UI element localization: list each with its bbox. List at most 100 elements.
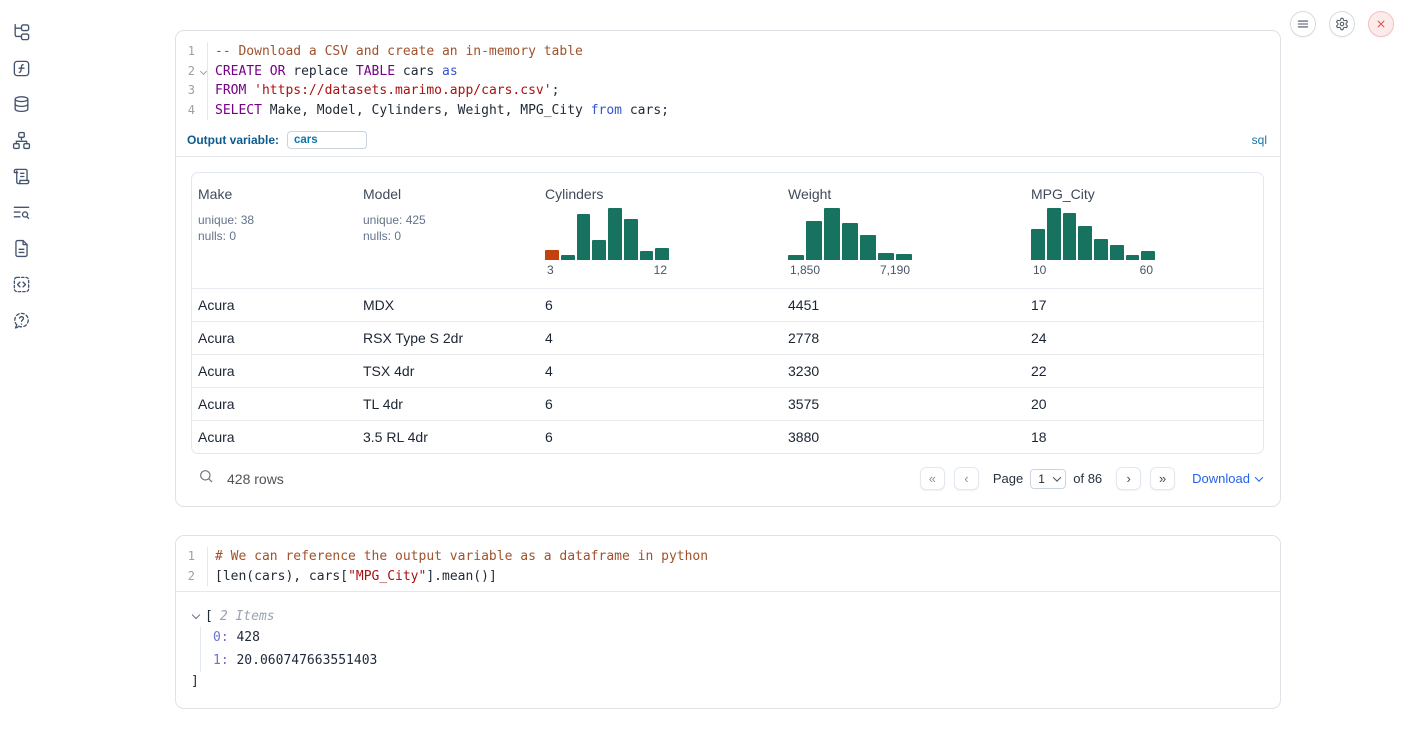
list-item-value: 428: [229, 630, 260, 645]
line-number: 2: [176, 62, 208, 82]
database-button[interactable]: [3, 86, 39, 122]
column-header[interactable]: Modelunique: 425nulls: 0: [357, 186, 539, 277]
sql-code-editor[interactable]: 1-- Download a CSV and create an in-memo…: [176, 31, 1280, 125]
column-header[interactable]: Weight1,8507,190: [782, 186, 1025, 277]
table-cell: TL 4dr: [357, 396, 539, 412]
histogram-bar: [896, 254, 912, 260]
code-line[interactable]: 1-- Download a CSV and create an in-memo…: [176, 42, 1280, 62]
list-output-tree: [ 2 Items 0: 4281: 20.060747663551403 ]: [176, 592, 1280, 708]
next-page-button[interactable]: ›: [1116, 467, 1141, 490]
database-icon: [12, 95, 31, 114]
code-text: [len(cars), cars["MPG_City"].mean()]: [208, 567, 497, 587]
table-cell: 4: [539, 330, 782, 346]
help-button[interactable]: [3, 302, 39, 338]
code-line[interactable]: 3FROM 'https://datasets.marimo.app/cars.…: [176, 81, 1280, 101]
python-code-editor[interactable]: 1# We can reference the output variable …: [176, 536, 1280, 591]
histogram-bar: [1078, 226, 1092, 260]
pagination: « ‹ Page 1 of 86 › » Download: [920, 467, 1262, 490]
histogram-bars: [545, 208, 669, 260]
code-text: # We can reference the output variable a…: [208, 547, 708, 567]
column-header[interactable]: Makeunique: 38nulls: 0: [192, 186, 357, 277]
sql-output-area: Makeunique: 38nulls: 0Modelunique: 425nu…: [176, 157, 1280, 506]
code-token: # We can reference the output variable a…: [215, 549, 708, 564]
items-count-label: 2 Items: [220, 609, 275, 624]
histogram-bar: [608, 208, 622, 260]
shutdown-close-icon: [1374, 17, 1388, 31]
code-token: replace: [285, 64, 355, 79]
code-text: FROM 'https://datasets.marimo.app/cars.c…: [208, 81, 559, 101]
collapse-chevron-icon[interactable]: [192, 611, 200, 619]
download-button[interactable]: Download: [1192, 471, 1262, 486]
last-page-button[interactable]: »: [1150, 467, 1175, 490]
file-tree-icon: [12, 23, 31, 42]
code-token: CREATE: [215, 64, 262, 79]
code-token: ].mean()]: [426, 569, 496, 584]
histogram-bar: [545, 250, 559, 260]
code-token: [262, 64, 270, 79]
page-select[interactable]: 1: [1030, 469, 1066, 489]
menu-button[interactable]: [1290, 11, 1316, 37]
line-number: 4: [176, 101, 208, 121]
table-cell: 3.5 RL 4dr: [357, 429, 539, 445]
code-line[interactable]: 4SELECT Make, Model, Cylinders, Weight, …: [176, 101, 1280, 121]
list-item: 0: 428: [213, 627, 1264, 650]
code-line[interactable]: 1# We can reference the output variable …: [176, 547, 1280, 567]
sql-cell: 1-- Download a CSV and create an in-memo…: [175, 30, 1281, 507]
histogram-min-label: 10: [1033, 263, 1046, 277]
scroll-logs-button[interactable]: [3, 158, 39, 194]
list-item-index: 0:: [213, 630, 229, 645]
snippets-code-button[interactable]: [3, 266, 39, 302]
histogram-bar: [655, 248, 669, 260]
scroll-logs-icon: [12, 167, 31, 186]
code-token: from: [591, 103, 622, 118]
histogram-bar: [842, 223, 858, 260]
code-line[interactable]: 2CREATE OR replace TABLE cars as: [176, 62, 1280, 82]
histogram-axis-labels: 1,8507,190: [788, 263, 912, 277]
table-cell: TSX 4dr: [357, 363, 539, 379]
line-number: 1: [176, 42, 208, 62]
table-cell: 20: [1025, 396, 1263, 412]
column-stat: unique: 38: [198, 212, 357, 228]
first-page-button[interactable]: «: [920, 467, 945, 490]
prev-page-button[interactable]: ‹: [954, 467, 979, 490]
table-cell: 22: [1025, 363, 1263, 379]
file-tree-button[interactable]: [3, 14, 39, 50]
code-token: cars: [395, 64, 442, 79]
shutdown-button[interactable]: [1368, 11, 1394, 37]
table-cell: Acura: [192, 330, 357, 346]
tree-root-row[interactable]: [ 2 Items: [191, 605, 1264, 627]
fold-chevron-icon[interactable]: [200, 67, 207, 74]
histogram-bar: [1126, 255, 1140, 260]
line-number: 2: [176, 567, 208, 587]
histogram-bar: [577, 214, 591, 260]
histogram-max-label: 60: [1140, 263, 1153, 277]
code-token: as: [442, 64, 458, 79]
table-footer: 428 rows « ‹ Page 1 of 86 › » Download: [191, 454, 1264, 496]
code-line[interactable]: 2[len(cars), cars["MPG_City"].mean()]: [176, 567, 1280, 587]
table-cell: RSX Type S 2dr: [357, 330, 539, 346]
page-label: Page: [993, 471, 1023, 486]
settings-button[interactable]: [1329, 11, 1355, 37]
text-search-button[interactable]: [3, 194, 39, 230]
column-header[interactable]: Cylinders312: [539, 186, 782, 277]
output-variable-row: Output variable: sql: [176, 125, 1280, 156]
histogram-bar: [860, 235, 876, 260]
code-token: [246, 83, 254, 98]
download-label: Download: [1192, 471, 1250, 486]
list-item: 1: 20.060747663551403: [213, 650, 1264, 673]
row-count: 428 rows: [227, 471, 284, 487]
code-text: CREATE OR replace TABLE cars as: [208, 62, 458, 82]
column-stat: unique: 425: [363, 212, 539, 228]
search-icon[interactable]: [198, 468, 214, 489]
table-cell: 3880: [782, 429, 1025, 445]
top-right-controls: [1290, 11, 1394, 37]
dependency-graph-button[interactable]: [3, 122, 39, 158]
column-header[interactable]: MPG_City1060: [1025, 186, 1263, 277]
histogram-bar: [806, 221, 822, 260]
snippets-code-icon: [12, 275, 31, 294]
output-variable-input[interactable]: [287, 131, 367, 149]
document-button[interactable]: [3, 230, 39, 266]
function-square-button[interactable]: [3, 50, 39, 86]
table-cell: Acura: [192, 429, 357, 445]
histogram-max-label: 12: [654, 263, 667, 277]
